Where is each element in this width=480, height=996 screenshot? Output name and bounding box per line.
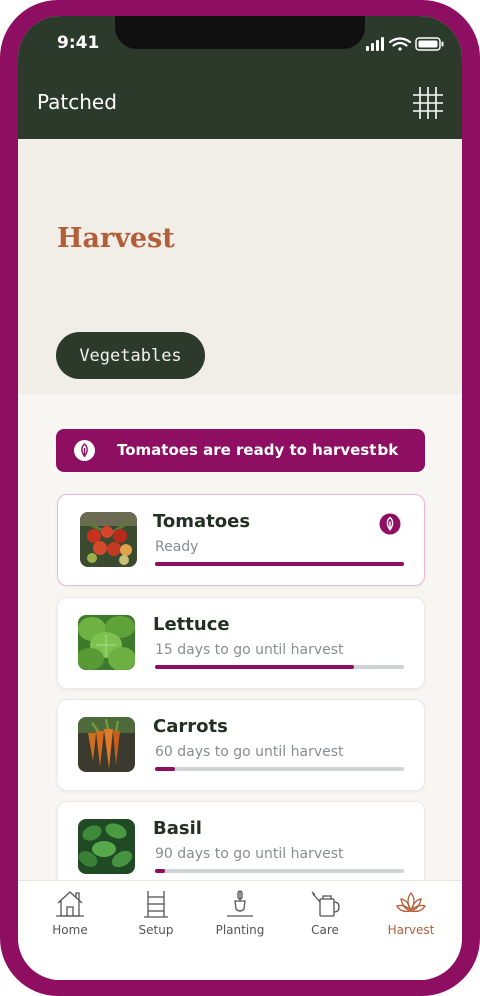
crop-card-tomatoes[interactable]: Tomatoes Ready: [57, 494, 425, 586]
status-icons: [366, 36, 444, 55]
category-chip[interactable]: Vegetables: [56, 332, 205, 379]
crop-name: Basil: [153, 818, 202, 839]
page-title: Harvest: [57, 223, 175, 254]
progress-track: [155, 665, 404, 669]
crop-status: Ready: [155, 539, 199, 555]
nav-home[interactable]: Home: [35, 889, 105, 937]
nav-planting[interactable]: Planting: [205, 889, 275, 937]
basil-image: [78, 819, 135, 874]
hero: Harvest Vegetables: [18, 139, 462, 394]
lettuce-image: [78, 615, 135, 670]
screen: 9:41 Patched Harvest Vegetables Tomatoes…: [18, 16, 462, 980]
crop-status: 90 days to go until harvest: [155, 846, 344, 862]
header: 9:41 Patched: [18, 16, 462, 139]
signal-icon: [366, 37, 384, 51]
ladder-icon: [144, 891, 168, 918]
harvest-banner: Tomatoes are ready to harvest! ok: [56, 429, 425, 472]
nav-label: Home: [52, 923, 88, 937]
watering-can-icon: [311, 891, 340, 917]
app-title: Patched: [37, 90, 117, 114]
trowel-icon: [227, 890, 253, 917]
leaf-icon: [74, 440, 95, 461]
notch: [115, 16, 365, 49]
wifi-icon: [388, 37, 412, 51]
lotus-icon: [396, 892, 426, 913]
progress-fill: [155, 562, 404, 566]
progress-track: [155, 767, 404, 771]
progress-fill: [155, 767, 175, 771]
home-icon: [56, 891, 84, 917]
nav-label: Care: [311, 923, 339, 937]
nav-label: Harvest: [387, 923, 435, 937]
nav-harvest[interactable]: Harvest: [376, 889, 446, 937]
progress-fill: [155, 665, 355, 669]
tomatoes-image: [80, 512, 137, 567]
bottom-nav: Home Setup Planting Care Harvest: [18, 880, 462, 980]
nav-label: Setup: [138, 923, 174, 937]
leaf-icon: [379, 513, 401, 535]
progress-fill: [155, 869, 165, 873]
nav-care[interactable]: Care: [290, 889, 360, 937]
crop-name: Tomatoes: [153, 511, 251, 532]
device-frame: 9:41 Patched Harvest Vegetables Tomatoes…: [0, 0, 480, 996]
crop-status: 60 days to go until harvest: [155, 744, 344, 760]
crop-name: Lettuce: [153, 614, 230, 635]
crop-card-carrots[interactable]: Carrots 60 days to go until harvest: [57, 699, 425, 791]
crop-card-lettuce[interactable]: Lettuce 15 days to go until harvest: [57, 597, 425, 689]
progress-track: [155, 869, 404, 873]
status-time: 9:41: [57, 33, 100, 53]
banner-ok-button[interactable]: ok: [378, 441, 398, 459]
nav-label: Planting: [215, 923, 265, 937]
crop-name: Carrots: [153, 716, 228, 737]
carrots-image: [78, 717, 135, 772]
battery-icon: [415, 37, 444, 51]
nav-setup[interactable]: Setup: [121, 889, 191, 937]
crop-status: 15 days to go until harvest: [155, 642, 344, 658]
banner-message: Tomatoes are ready to harvest!: [117, 441, 384, 459]
grid-icon[interactable]: [412, 86, 444, 120]
progress-track: [155, 562, 404, 566]
